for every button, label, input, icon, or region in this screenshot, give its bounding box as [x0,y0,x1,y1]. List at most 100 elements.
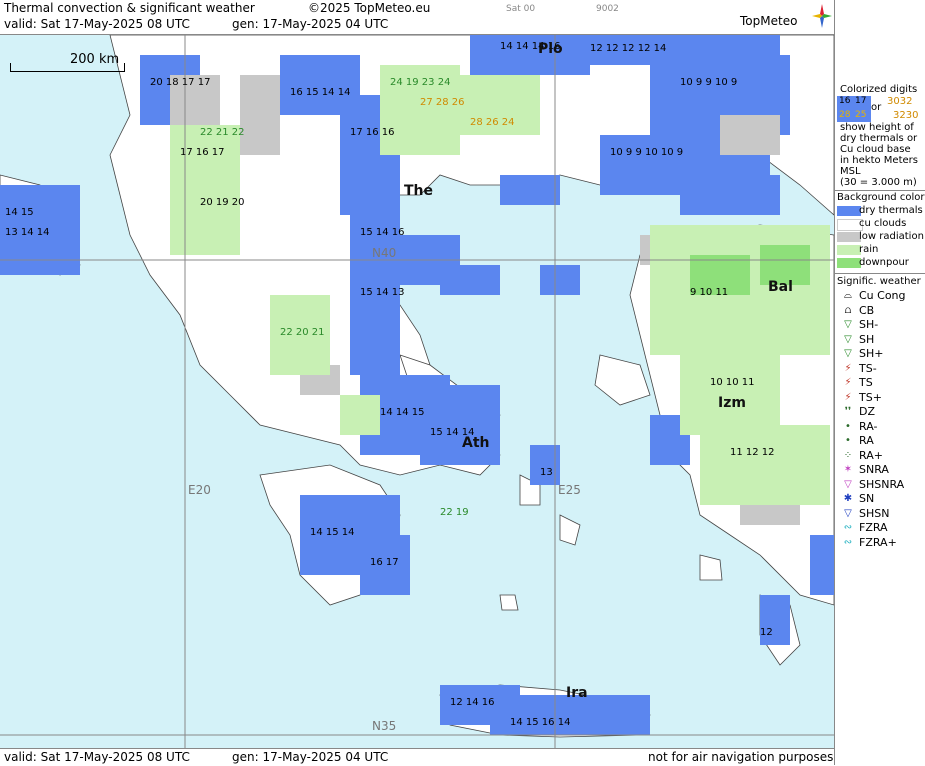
legend-sample-d: 3230 [893,110,919,121]
legend-sig-icon: ∾ [843,522,853,533]
legend-sig-label: DZ [859,405,876,418]
grid-label-e25: E25 [558,483,581,497]
small-label-left: Sat 00 [506,4,536,14]
svg-text:22 20 21: 22 20 21 [280,327,325,338]
legend-sig-label: Cu Cong [859,289,906,302]
legend-explain: MSL [840,166,861,177]
city-label: Bal [768,279,793,295]
svg-text:27 28 26: 27 28 26 [420,97,465,108]
legend-swatch-downpour [837,258,861,268]
svg-text:17 16 16: 17 16 16 [350,127,395,138]
legend-sig-title: Signific. weather [837,276,921,287]
land-lesbos [594,354,651,406]
grid-label-n35: N35 [372,719,397,733]
city-label: The [404,183,434,199]
svg-text:10 9 9 10 10 9: 10 9 9 10 10 9 [610,147,683,158]
legend-or: or [871,102,882,113]
valid-time: valid: Sat 17-May-2025 08 UTC [4,17,190,31]
legend-swatch-rain [837,245,861,255]
svg-text:24 19 23 24: 24 19 23 24 [390,77,450,88]
legend-swatch-dry [837,206,861,216]
legend-sig-icon: ▽ [844,348,852,359]
legend-sig-icon: ⚡ [844,362,852,374]
svg-text:12 12 12 12 14: 12 12 12 12 14 [590,43,666,54]
svg-text:12: 12 [760,627,773,638]
legend-explain: Cu cloud base [840,144,911,155]
legend-explain: dry thermals or [840,133,918,144]
header: Thermal convection & significant weather… [0,0,834,34]
copyright: ©2025 TopMeteo.eu [308,1,431,15]
svg-text:14 15: 14 15 [5,207,34,218]
svg-text:10 10 11: 10 10 11 [710,377,755,388]
svg-text:15 14 13: 15 14 13 [360,287,405,298]
legend-sig-icon: ▽ [844,478,852,490]
small-label-right: 9002 [596,4,619,14]
legend-sig-icon: ⚡ [844,391,852,403]
legend-sig-icon: ⁘ [843,449,853,461]
svg-text:22 19: 22 19 [440,507,469,518]
topmeteo-logo[interactable]: TopMeteo [740,4,832,34]
legend-divider [835,190,925,191]
legend-swatch-low [837,232,861,242]
legend-sample-e: 28 [839,110,851,120]
legend-bg-label: cu clouds [859,218,907,229]
legend-sig-icon: ✶ [843,464,853,475]
legend-sig-icon: ❜❜ [844,406,852,417]
legend-sig-label: TS [859,376,873,389]
legend-bg-label: dry thermals [859,205,923,216]
svg-text:14 15 14: 14 15 14 [310,527,355,538]
legend-explain: (30 = 3.000 m) [840,177,917,188]
legend-sig-icon: ▽ [844,333,852,345]
legend-sig-label: CB [859,303,875,317]
svg-text:12 14 16: 12 14 16 [450,697,495,708]
grid-label-n40: N40 [372,246,397,260]
legend-sig-label: SNRA [859,463,889,476]
legend-bg-label: low radiation [859,231,924,242]
legend-sig-label: SHSN [859,506,890,520]
svg-text:17 16 17: 17 16 17 [180,147,225,158]
footer-disclaimer: not for air navigation purposes [648,750,834,764]
svg-text:20 18 17 17: 20 18 17 17 [150,77,210,88]
scale-label: 200 km [70,52,120,67]
legend-sig-label: TS- [859,361,877,375]
svg-text:16 15 14 14: 16 15 14 14 [290,87,350,98]
legend-sig-label: FZRA+ [859,535,897,549]
land-cyclades-2 [559,514,581,546]
legend-sig-label: RA- [859,419,878,433]
svg-text:20 19 20: 20 19 20 [200,197,245,208]
legend-sample-f: 25 [855,110,867,120]
land-cyclades-3 [499,594,519,611]
legend-sig-icon: ⚡ [844,377,852,388]
legend-sig-label: SH [859,332,875,346]
legend-explain: in hekto Meters [840,155,918,166]
city-label: Ath [462,435,490,451]
city-label: Izm [718,395,746,411]
legend-sig-icon: ✱ [843,493,853,504]
grid-label-e20: E20 [188,483,211,497]
legend-explain: show height of [840,122,914,133]
legend-sig-label: SH- [859,318,879,331]
legend-colorized-title: Colorized digits [840,84,918,95]
legend-sig-icon: ▽ [844,507,852,519]
svg-text:13: 13 [540,467,553,478]
map-title: Thermal convection & significant weather [4,1,255,15]
legend-sig-label: SH+ [859,347,884,360]
legend-sig-label: SHSNRA [859,477,905,491]
weather-map[interactable]: 14 14 14 16 12 12 12 12 14 10 9 9 10 9 1… [0,34,834,749]
legend-sig-label: TS+ [859,390,882,404]
legend-sig-label: FZRA [859,521,888,534]
generated-time: gen: 17-May-2025 04 UTC [232,17,389,31]
footer-generated-time: gen: 17-May-2025 04 UTC [232,750,389,764]
svg-text:9 10 11: 9 10 11 [690,287,728,298]
city-label: Ira [566,685,588,701]
footer-valid-time: valid: Sat 17-May-2025 08 UTC [4,750,190,764]
legend-sample-c: 3032 [887,96,913,107]
svg-text:10 9 9 10 9: 10 9 9 10 9 [680,77,737,88]
legend-sig-label: RA [859,434,874,447]
legend-sig-icon: ⩍ [844,304,852,316]
compass-icon [812,4,832,28]
legend-bg-title: Background color [837,192,925,203]
legend-sig-icon: • [845,420,851,432]
legend-bg-label: downpour [859,257,909,268]
land-dodecanese [699,554,723,581]
